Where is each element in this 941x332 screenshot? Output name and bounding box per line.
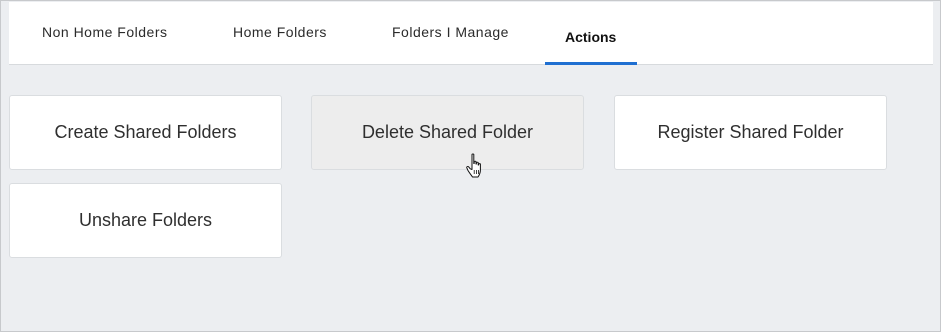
button-label: Register Shared Folder — [657, 122, 844, 142]
register-shared-folder-button[interactable]: Register Shared Folder — [614, 95, 887, 170]
button-label: Create Shared Folders — [54, 122, 237, 142]
delete-shared-folder-button[interactable]: Delete Shared Folder — [311, 95, 584, 170]
tab-label: Actions — [565, 29, 617, 45]
tab-label: Folders I Manage — [392, 24, 509, 40]
tab-bar: Non Home Folders Home Folders Folders I … — [9, 2, 933, 65]
app-frame: Non Home Folders Home Folders Folders I … — [0, 0, 941, 332]
unshare-folders-button[interactable]: Unshare Folders — [9, 183, 282, 258]
button-label: Unshare Folders — [78, 210, 213, 230]
active-tab-indicator — [545, 62, 637, 65]
hand-pointer-icon — [466, 153, 481, 178]
tab-label: Non Home Folders — [42, 24, 168, 40]
tab-label: Home Folders — [233, 24, 327, 40]
create-shared-folders-button[interactable]: Create Shared Folders — [9, 95, 282, 170]
button-label: Delete Shared Folder — [361, 122, 534, 142]
